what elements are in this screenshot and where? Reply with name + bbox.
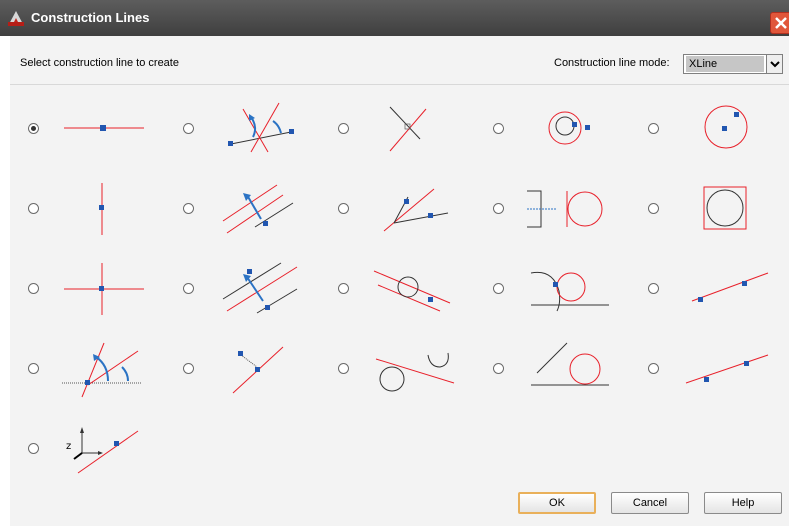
angle-bisector-icon [228,102,294,153]
vertical-line-icon [99,183,104,235]
line-tangent-small-circle-icon [373,270,451,312]
autocad-logo-icon [7,10,25,27]
option-radio[interactable] [28,443,39,454]
option-radio[interactable] [338,363,349,374]
angle-line-icon [383,188,449,232]
option-radio[interactable] [183,203,194,214]
option-perpendicular-point[interactable] [183,337,323,407]
svg-text:z: z [66,441,71,452]
option-tangent-angle[interactable] [493,337,633,407]
option-cross[interactable] [28,257,168,327]
option-radio[interactable] [338,283,349,294]
option-ucs-axis[interactable]: z [28,417,168,487]
option-tangent-point[interactable] [493,97,633,167]
parallel-through-point-icon [222,262,298,314]
option-radio[interactable] [493,203,504,214]
construction-lines-dialog: Construction Lines Select construction l… [0,0,789,526]
option-radio[interactable] [493,363,504,374]
ok-button[interactable]: OK [518,492,596,514]
option-offset[interactable] [183,177,323,247]
option-radio[interactable] [28,283,39,294]
close-icon [775,17,787,29]
option-bisect[interactable] [183,97,323,167]
option-radio[interactable] [648,363,659,374]
option-radio[interactable] [493,123,504,134]
option-two-point-alt[interactable] [648,337,788,407]
option-angle-line[interactable] [338,177,478,247]
option-perpendicular[interactable] [338,97,478,167]
option-vertical[interactable] [28,177,168,247]
option-center-point[interactable] [648,97,788,167]
option-parallel-point[interactable] [183,257,323,327]
circle-center-point-icon [704,105,748,149]
help-button[interactable]: Help [704,492,782,514]
option-line-tangent-circle[interactable] [493,177,633,247]
ucs-axis-line-icon: z [66,427,139,474]
window-frame [0,36,10,526]
title-bar: Construction Lines [0,0,789,36]
mode-label: Construction line mode: [554,57,670,69]
circle-tangent-point-icon [548,111,590,145]
option-circle-square[interactable] [648,177,788,247]
option-radio[interactable] [338,123,349,134]
option-radio[interactable] [338,203,349,214]
option-radio[interactable] [28,123,39,134]
chevron-down-icon[interactable] [766,55,782,73]
window-title: Construction Lines [31,10,150,25]
option-radio[interactable] [648,123,659,134]
mode-select-value: XLine [686,56,764,72]
arc-tangent-circle-icon [530,271,609,312]
option-radio[interactable] [28,363,39,374]
option-tangent-small-circle[interactable] [338,257,478,327]
options-separator [10,84,789,85]
perpendicular-icon [389,106,427,152]
option-radio[interactable] [183,363,194,374]
tangent-circle-angle-icon [531,342,609,386]
option-two-point[interactable] [648,257,788,327]
option-radio[interactable] [28,203,39,214]
two-point-line-icon [691,272,769,302]
line-tangent-circle-icon [527,190,603,228]
cross-lines-icon [64,263,144,315]
prompt-label: Select construction line to create [20,57,179,69]
parallel-offset-icon [222,184,294,234]
perpendicular-through-point-icon [232,346,284,394]
cancel-button[interactable]: Cancel [611,492,689,514]
mode-select[interactable]: XLine [683,54,783,74]
horizontal-line-icon [64,125,144,131]
option-tangent-two-circles[interactable] [338,337,478,407]
option-radio[interactable] [493,283,504,294]
option-radio[interactable] [648,283,659,294]
option-arc-tangent[interactable] [493,257,633,327]
circle-square-icon [703,186,747,230]
option-radio[interactable] [183,123,194,134]
angle-from-reference-icon [62,342,142,398]
close-button[interactable] [770,12,789,34]
option-radio[interactable] [648,203,659,214]
option-horizontal[interactable] [28,97,168,167]
tangent-two-circles-icon [375,352,455,392]
option-angle-reference[interactable] [28,337,168,407]
two-point-line-alt-icon [685,354,769,384]
option-radio[interactable] [183,283,194,294]
